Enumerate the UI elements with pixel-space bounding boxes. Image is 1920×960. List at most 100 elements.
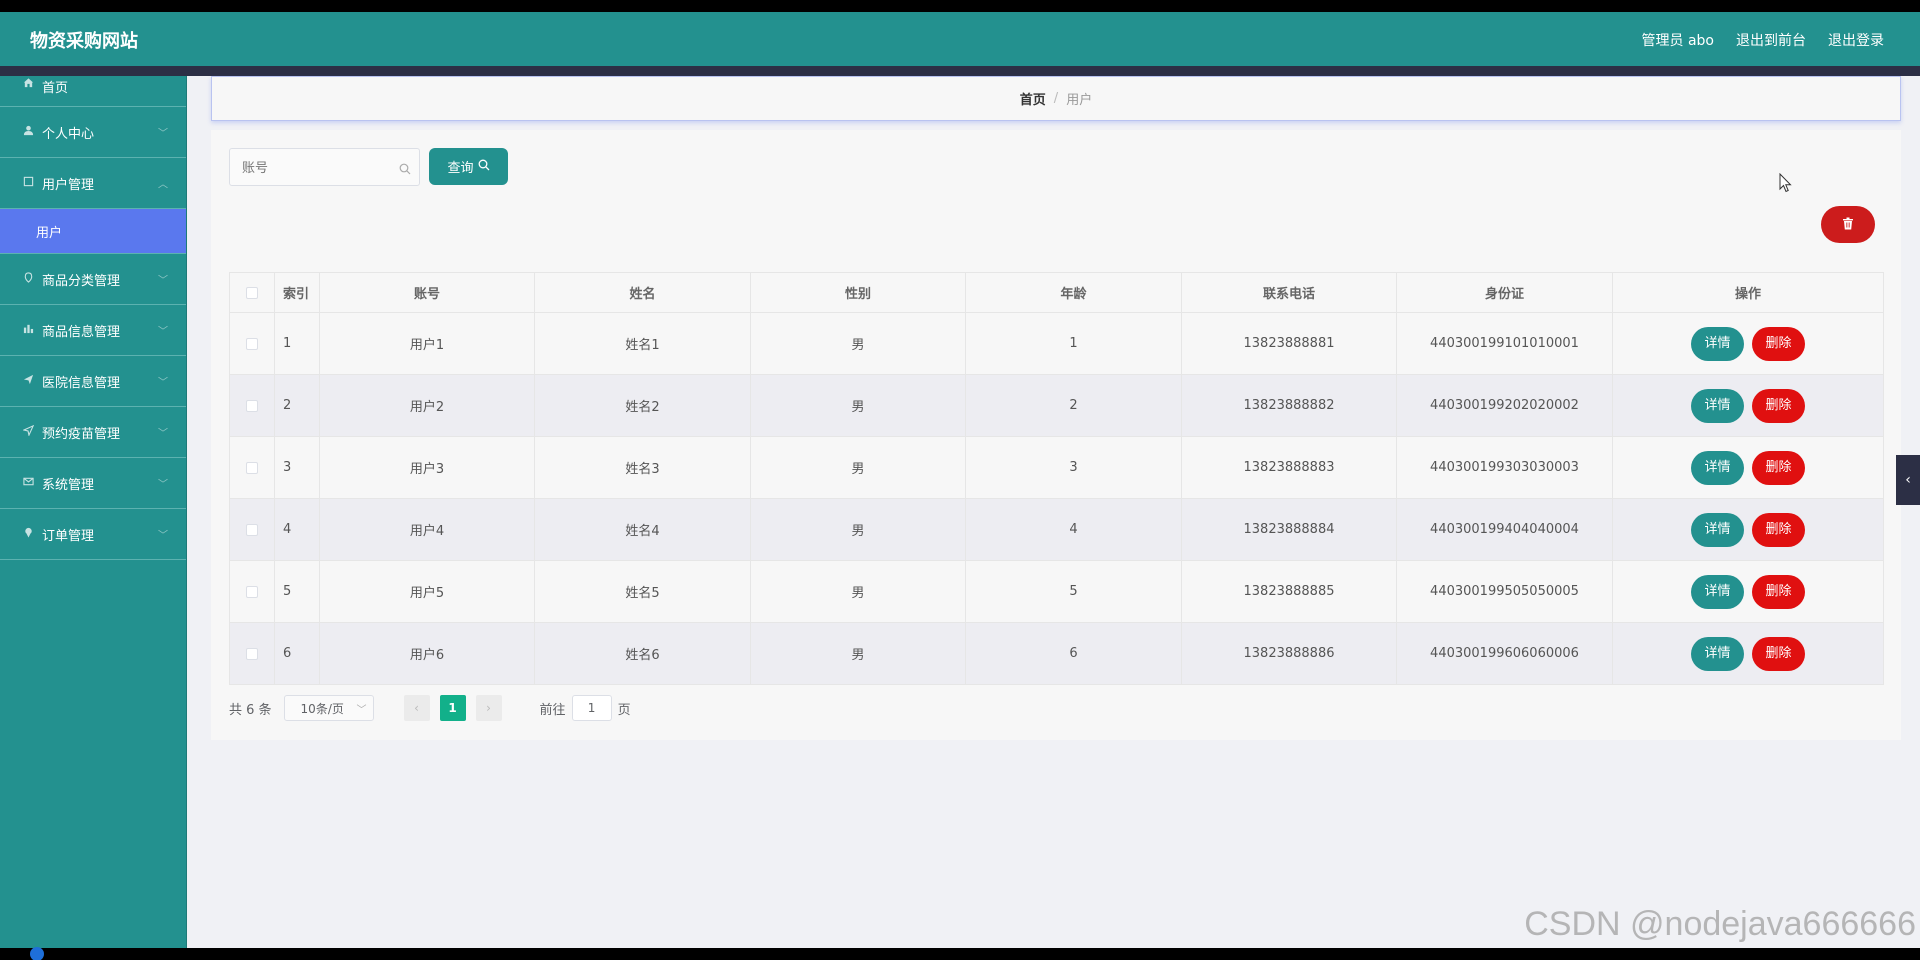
cell-account: 用户4 <box>319 498 535 561</box>
sidebar-item-personal[interactable]: 个人中心 ﹀ <box>0 107 186 158</box>
top-header: 物资采购网站 管理员 abo 退出到前台 退出登录 <box>0 12 1920 66</box>
detail-button[interactable]: 详情 <box>1691 512 1744 547</box>
cell-name: 姓名1 <box>534 312 751 375</box>
sidebar-item-product-info[interactable]: 商品信息管理 ﹀ <box>0 305 186 356</box>
cell-actions: 详情 删除 <box>1612 436 1884 499</box>
query-button-label: 查询 <box>447 161 474 176</box>
cell-index: 3 <box>274 436 320 499</box>
sidebar-item-system[interactable]: 系统管理 ﹀ <box>0 458 186 509</box>
cell-age: 5 <box>965 560 1182 623</box>
cell-index: 4 <box>274 498 320 561</box>
account-search-field[interactable] <box>229 148 420 186</box>
delete-button[interactable]: 删除 <box>1752 326 1805 361</box>
detail-button[interactable]: 详情 <box>1691 326 1744 361</box>
chevron-left-icon: ‹ <box>414 701 419 715</box>
sidebar-item-label: 个人中心 <box>42 126 95 142</box>
page-number-current[interactable]: 1 <box>439 695 466 721</box>
cell-index: 6 <box>274 622 320 685</box>
chevron-down-icon: ﹀ <box>158 275 168 287</box>
cell-gender: 男 <box>750 374 966 437</box>
cell-name: 姓名6 <box>534 622 751 685</box>
user-table: 索引 账号 姓名 性别 年龄 联系电话 身份证 操作 1 用户1 姓名1 男 1… <box>229 272 1884 685</box>
sidebar-item-label: 首页 <box>42 81 69 96</box>
delete-button[interactable]: 删除 <box>1752 574 1805 609</box>
chevron-down-icon: ﹀ <box>158 377 168 389</box>
cell-age: 6 <box>965 622 1182 685</box>
bulk-delete-button[interactable] <box>1821 206 1875 243</box>
goto-suffix: 页 <box>617 702 631 718</box>
app-screen: 物资采购网站 管理员 abo 退出到前台 退出登录 首页 个人中心 ﹀ 用户管理 <box>0 12 1920 948</box>
sidebar-item-label: 订单管理 <box>42 528 95 544</box>
column-header: 联系电话 <box>1181 272 1397 313</box>
trash-icon <box>1842 215 1854 234</box>
chevron-right-icon: › <box>486 701 491 715</box>
cell-name: 姓名5 <box>534 560 751 623</box>
breadcrumb-home[interactable]: 首页 <box>1020 89 1046 108</box>
goto-page-input[interactable]: 1 <box>571 695 612 721</box>
table-row: 6 用户6 姓名6 男 6 13823888886 44030019960606… <box>229 622 1884 685</box>
detail-button[interactable]: 详情 <box>1691 574 1744 609</box>
delete-button[interactable]: 删除 <box>1752 636 1805 671</box>
cell-name: 姓名3 <box>534 436 751 499</box>
home-icon <box>22 77 34 91</box>
tag-icon <box>22 272 34 286</box>
account-search-input[interactable] <box>230 149 419 185</box>
cell-name: 姓名4 <box>534 498 751 561</box>
row-checkbox[interactable] <box>229 498 275 561</box>
cell-account: 用户3 <box>319 436 535 499</box>
detail-button[interactable]: 详情 <box>1691 388 1744 423</box>
column-header: 账号 <box>319 272 535 313</box>
delete-button[interactable]: 删除 <box>1752 450 1805 485</box>
chevron-up-icon: ︿ <box>158 179 168 191</box>
user-icon <box>22 125 34 139</box>
mail-icon <box>22 476 34 490</box>
row-checkbox[interactable] <box>229 312 275 375</box>
query-button[interactable]: 查询 <box>429 148 508 185</box>
page-size-select[interactable]: 10条/页 ﹀ <box>283 695 374 721</box>
column-header: 性别 <box>750 272 966 313</box>
back-to-front-link[interactable]: 退出到前台 <box>1736 30 1806 50</box>
sidebar-subitem-users[interactable]: 用户 <box>0 209 186 254</box>
cell-actions: 详情 删除 <box>1612 560 1884 623</box>
cell-id-card: 440300199101010001 <box>1396 312 1613 375</box>
location-icon <box>21 424 34 439</box>
sidebar-item-orders[interactable]: 订单管理 ﹀ <box>0 509 186 560</box>
collapse-panel-toggle[interactable]: ‹ <box>1896 455 1920 505</box>
send-icon <box>22 374 34 388</box>
cell-account: 用户6 <box>319 622 535 685</box>
cell-account: 用户2 <box>319 374 535 437</box>
cell-account: 用户5 <box>319 560 535 623</box>
sidebar-item-hospital-info[interactable]: 医院信息管理 ﹀ <box>0 356 186 407</box>
row-checkbox[interactable] <box>229 374 275 437</box>
sidebar-item-category[interactable]: 商品分类管理 ﹀ <box>0 254 186 305</box>
total-count: 共 6 条 <box>229 702 272 718</box>
watermark: CSDN @nodejava666666 <box>1524 905 1916 943</box>
detail-button[interactable]: 详情 <box>1691 636 1744 671</box>
chevron-down-icon: ﹀ <box>158 428 168 440</box>
next-page-button[interactable]: › <box>475 695 502 721</box>
delete-button[interactable]: 删除 <box>1752 388 1805 423</box>
row-checkbox[interactable] <box>229 560 275 623</box>
prev-page-button[interactable]: ‹ <box>403 695 430 721</box>
row-checkbox[interactable] <box>229 436 275 499</box>
sidebar-item-home[interactable]: 首页 <box>0 76 186 107</box>
sidebar-item-user-mgmt[interactable]: 用户管理 ︿ <box>0 158 186 209</box>
cell-age: 1 <box>965 312 1182 375</box>
cell-age: 2 <box>965 374 1182 437</box>
search-icon <box>399 160 411 175</box>
sidebar-item-label: 商品信息管理 <box>42 324 121 340</box>
search-icon <box>478 159 490 175</box>
logout-link[interactable]: 退出登录 <box>1828 30 1884 50</box>
chevron-down-icon: ﹀ <box>158 128 168 140</box>
pagination: 共 6 条 10条/页 ﹀ ‹ 1 › 前往 1 页 <box>229 694 631 722</box>
row-checkbox[interactable] <box>229 622 275 685</box>
sidebar-item-vaccine[interactable]: 预约疫苗管理 ﹀ <box>0 407 186 458</box>
cell-actions: 详情 删除 <box>1612 498 1884 561</box>
cell-phone: 13823888882 <box>1181 374 1397 437</box>
chevron-down-icon: ﹀ <box>158 326 168 338</box>
detail-button[interactable]: 详情 <box>1691 450 1744 485</box>
cell-id-card: 440300199505050005 <box>1396 560 1613 623</box>
delete-button[interactable]: 删除 <box>1752 512 1805 547</box>
table-row: 2 用户2 姓名2 男 2 13823888882 44030019920202… <box>229 374 1884 437</box>
select-all-checkbox[interactable] <box>229 272 275 313</box>
